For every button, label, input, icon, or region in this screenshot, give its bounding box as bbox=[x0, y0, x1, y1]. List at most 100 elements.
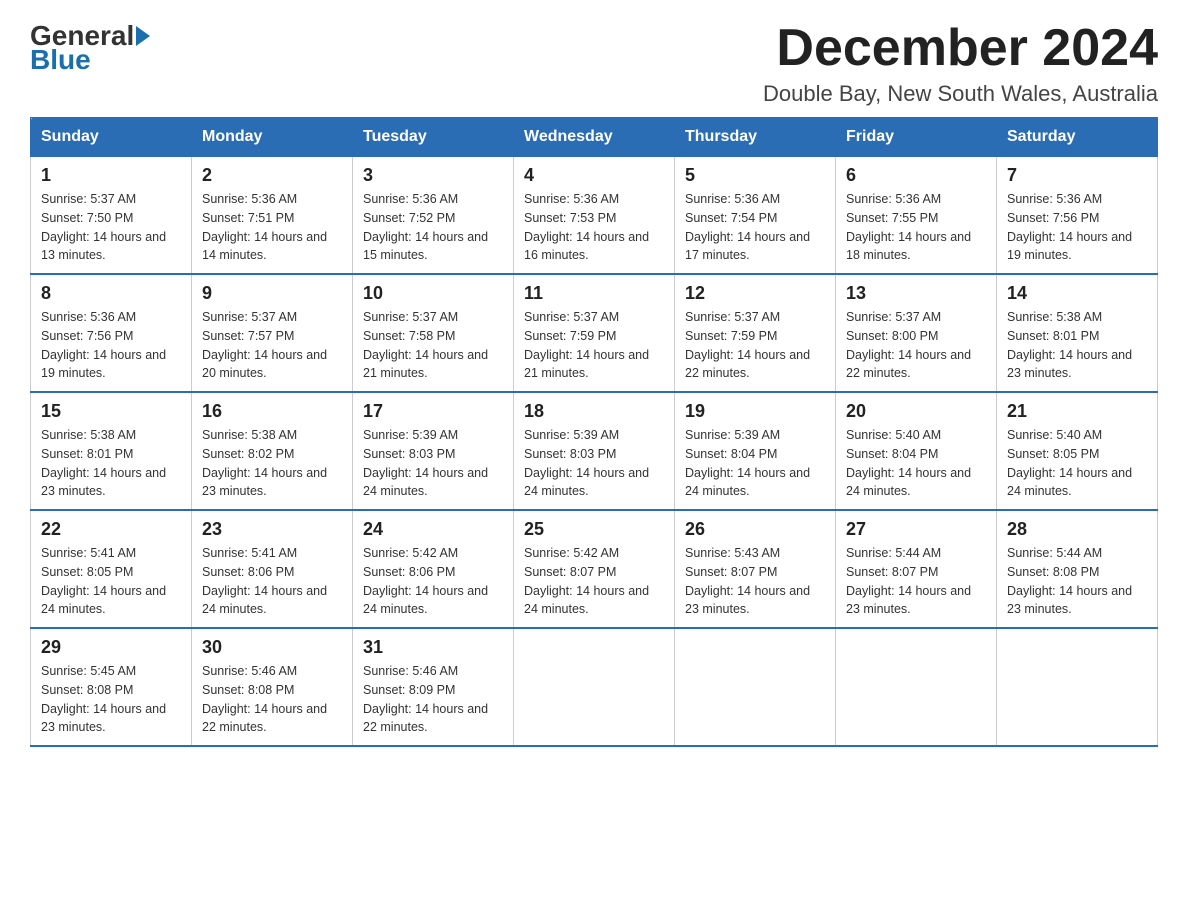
day-number: 21 bbox=[1007, 401, 1147, 422]
day-number: 14 bbox=[1007, 283, 1147, 304]
day-info: Sunrise: 5:46 AM Sunset: 8:08 PM Dayligh… bbox=[202, 662, 342, 737]
calendar-cell-w5-d3: 31 Sunrise: 5:46 AM Sunset: 8:09 PM Dayl… bbox=[353, 628, 514, 746]
day-info: Sunrise: 5:39 AM Sunset: 8:03 PM Dayligh… bbox=[524, 426, 664, 501]
day-number: 24 bbox=[363, 519, 503, 540]
day-info: Sunrise: 5:36 AM Sunset: 7:56 PM Dayligh… bbox=[1007, 190, 1147, 265]
day-info: Sunrise: 5:38 AM Sunset: 8:01 PM Dayligh… bbox=[41, 426, 181, 501]
calendar-cell-w3-d4: 18 Sunrise: 5:39 AM Sunset: 8:03 PM Dayl… bbox=[514, 392, 675, 510]
day-info: Sunrise: 5:37 AM Sunset: 7:59 PM Dayligh… bbox=[685, 308, 825, 383]
day-info: Sunrise: 5:43 AM Sunset: 8:07 PM Dayligh… bbox=[685, 544, 825, 619]
day-number: 20 bbox=[846, 401, 986, 422]
day-info: Sunrise: 5:36 AM Sunset: 7:52 PM Dayligh… bbox=[363, 190, 503, 265]
calendar-cell-w1-d7: 7 Sunrise: 5:36 AM Sunset: 7:56 PM Dayli… bbox=[997, 157, 1158, 275]
calendar-cell-w2-d3: 10 Sunrise: 5:37 AM Sunset: 7:58 PM Dayl… bbox=[353, 274, 514, 392]
day-number: 2 bbox=[202, 165, 342, 186]
day-info: Sunrise: 5:37 AM Sunset: 7:50 PM Dayligh… bbox=[41, 190, 181, 265]
calendar-cell-w4-d5: 26 Sunrise: 5:43 AM Sunset: 8:07 PM Dayl… bbox=[675, 510, 836, 628]
day-number: 16 bbox=[202, 401, 342, 422]
day-info: Sunrise: 5:36 AM Sunset: 7:56 PM Dayligh… bbox=[41, 308, 181, 383]
day-info: Sunrise: 5:40 AM Sunset: 8:04 PM Dayligh… bbox=[846, 426, 986, 501]
calendar-cell-w4-d3: 24 Sunrise: 5:42 AM Sunset: 8:06 PM Dayl… bbox=[353, 510, 514, 628]
calendar-week-3: 15 Sunrise: 5:38 AM Sunset: 8:01 PM Dayl… bbox=[31, 392, 1158, 510]
day-info: Sunrise: 5:41 AM Sunset: 8:06 PM Dayligh… bbox=[202, 544, 342, 619]
header-tuesday: Tuesday bbox=[353, 118, 514, 157]
calendar-cell-w5-d1: 29 Sunrise: 5:45 AM Sunset: 8:08 PM Dayl… bbox=[31, 628, 192, 746]
page-header: General Blue December 2024 Double Bay, N… bbox=[30, 20, 1158, 107]
day-info: Sunrise: 5:37 AM Sunset: 7:58 PM Dayligh… bbox=[363, 308, 503, 383]
day-number: 5 bbox=[685, 165, 825, 186]
header-friday: Friday bbox=[836, 118, 997, 157]
day-info: Sunrise: 5:45 AM Sunset: 8:08 PM Dayligh… bbox=[41, 662, 181, 737]
day-number: 1 bbox=[41, 165, 181, 186]
day-info: Sunrise: 5:37 AM Sunset: 8:00 PM Dayligh… bbox=[846, 308, 986, 383]
day-number: 30 bbox=[202, 637, 342, 658]
calendar-cell-w3-d7: 21 Sunrise: 5:40 AM Sunset: 8:05 PM Dayl… bbox=[997, 392, 1158, 510]
day-number: 25 bbox=[524, 519, 664, 540]
calendar-cell-w5-d7 bbox=[997, 628, 1158, 746]
calendar-cell-w1-d3: 3 Sunrise: 5:36 AM Sunset: 7:52 PM Dayli… bbox=[353, 157, 514, 275]
calendar-cell-w2-d2: 9 Sunrise: 5:37 AM Sunset: 7:57 PM Dayli… bbox=[192, 274, 353, 392]
calendar-cell-w3-d1: 15 Sunrise: 5:38 AM Sunset: 8:01 PM Dayl… bbox=[31, 392, 192, 510]
logo-triangle-icon bbox=[136, 26, 150, 46]
logo-blue-text: Blue bbox=[30, 44, 91, 75]
day-number: 17 bbox=[363, 401, 503, 422]
day-number: 9 bbox=[202, 283, 342, 304]
day-info: Sunrise: 5:44 AM Sunset: 8:07 PM Dayligh… bbox=[846, 544, 986, 619]
calendar-cell-w1-d5: 5 Sunrise: 5:36 AM Sunset: 7:54 PM Dayli… bbox=[675, 157, 836, 275]
day-info: Sunrise: 5:42 AM Sunset: 8:06 PM Dayligh… bbox=[363, 544, 503, 619]
calendar-cell-w4-d1: 22 Sunrise: 5:41 AM Sunset: 8:05 PM Dayl… bbox=[31, 510, 192, 628]
calendar-cell-w3-d2: 16 Sunrise: 5:38 AM Sunset: 8:02 PM Dayl… bbox=[192, 392, 353, 510]
day-number: 4 bbox=[524, 165, 664, 186]
calendar-cell-w3-d3: 17 Sunrise: 5:39 AM Sunset: 8:03 PM Dayl… bbox=[353, 392, 514, 510]
location-title: Double Bay, New South Wales, Australia bbox=[763, 81, 1158, 107]
header-saturday: Saturday bbox=[997, 118, 1158, 157]
title-area: December 2024 Double Bay, New South Wale… bbox=[763, 20, 1158, 107]
calendar-cell-w2-d4: 11 Sunrise: 5:37 AM Sunset: 7:59 PM Dayl… bbox=[514, 274, 675, 392]
calendar-cell-w4-d2: 23 Sunrise: 5:41 AM Sunset: 8:06 PM Dayl… bbox=[192, 510, 353, 628]
calendar-cell-w2-d6: 13 Sunrise: 5:37 AM Sunset: 8:00 PM Dayl… bbox=[836, 274, 997, 392]
day-info: Sunrise: 5:37 AM Sunset: 7:59 PM Dayligh… bbox=[524, 308, 664, 383]
calendar-cell-w5-d2: 30 Sunrise: 5:46 AM Sunset: 8:08 PM Dayl… bbox=[192, 628, 353, 746]
day-number: 8 bbox=[41, 283, 181, 304]
header-wednesday: Wednesday bbox=[514, 118, 675, 157]
day-number: 28 bbox=[1007, 519, 1147, 540]
calendar-cell-w4-d4: 25 Sunrise: 5:42 AM Sunset: 8:07 PM Dayl… bbox=[514, 510, 675, 628]
calendar-cell-w3-d6: 20 Sunrise: 5:40 AM Sunset: 8:04 PM Dayl… bbox=[836, 392, 997, 510]
day-info: Sunrise: 5:44 AM Sunset: 8:08 PM Dayligh… bbox=[1007, 544, 1147, 619]
day-info: Sunrise: 5:38 AM Sunset: 8:02 PM Dayligh… bbox=[202, 426, 342, 501]
calendar-week-1: 1 Sunrise: 5:37 AM Sunset: 7:50 PM Dayli… bbox=[31, 157, 1158, 275]
day-number: 23 bbox=[202, 519, 342, 540]
days-header-row: Sunday Monday Tuesday Wednesday Thursday… bbox=[31, 118, 1158, 157]
day-number: 19 bbox=[685, 401, 825, 422]
day-number: 22 bbox=[41, 519, 181, 540]
day-number: 7 bbox=[1007, 165, 1147, 186]
calendar-cell-w3-d5: 19 Sunrise: 5:39 AM Sunset: 8:04 PM Dayl… bbox=[675, 392, 836, 510]
calendar-cell-w2-d5: 12 Sunrise: 5:37 AM Sunset: 7:59 PM Dayl… bbox=[675, 274, 836, 392]
day-number: 11 bbox=[524, 283, 664, 304]
calendar-table: Sunday Monday Tuesday Wednesday Thursday… bbox=[30, 117, 1158, 747]
calendar-cell-w5-d6 bbox=[836, 628, 997, 746]
day-number: 27 bbox=[846, 519, 986, 540]
day-info: Sunrise: 5:38 AM Sunset: 8:01 PM Dayligh… bbox=[1007, 308, 1147, 383]
header-sunday: Sunday bbox=[31, 118, 192, 157]
header-monday: Monday bbox=[192, 118, 353, 157]
day-number: 13 bbox=[846, 283, 986, 304]
day-info: Sunrise: 5:36 AM Sunset: 7:55 PM Dayligh… bbox=[846, 190, 986, 265]
month-title: December 2024 bbox=[763, 20, 1158, 77]
calendar-cell-w2-d1: 8 Sunrise: 5:36 AM Sunset: 7:56 PM Dayli… bbox=[31, 274, 192, 392]
calendar-cell-w1-d6: 6 Sunrise: 5:36 AM Sunset: 7:55 PM Dayli… bbox=[836, 157, 997, 275]
calendar-cell-w2-d7: 14 Sunrise: 5:38 AM Sunset: 8:01 PM Dayl… bbox=[997, 274, 1158, 392]
calendar-cell-w1-d1: 1 Sunrise: 5:37 AM Sunset: 7:50 PM Dayli… bbox=[31, 157, 192, 275]
calendar-cell-w5-d5 bbox=[675, 628, 836, 746]
day-info: Sunrise: 5:41 AM Sunset: 8:05 PM Dayligh… bbox=[41, 544, 181, 619]
day-info: Sunrise: 5:46 AM Sunset: 8:09 PM Dayligh… bbox=[363, 662, 503, 737]
day-info: Sunrise: 5:36 AM Sunset: 7:54 PM Dayligh… bbox=[685, 190, 825, 265]
calendar-cell-w4-d6: 27 Sunrise: 5:44 AM Sunset: 8:07 PM Dayl… bbox=[836, 510, 997, 628]
logo: General Blue bbox=[30, 20, 152, 76]
calendar-cell-w4-d7: 28 Sunrise: 5:44 AM Sunset: 8:08 PM Dayl… bbox=[997, 510, 1158, 628]
calendar-cell-w5-d4 bbox=[514, 628, 675, 746]
day-info: Sunrise: 5:36 AM Sunset: 7:53 PM Dayligh… bbox=[524, 190, 664, 265]
day-number: 26 bbox=[685, 519, 825, 540]
header-thursday: Thursday bbox=[675, 118, 836, 157]
day-info: Sunrise: 5:37 AM Sunset: 7:57 PM Dayligh… bbox=[202, 308, 342, 383]
